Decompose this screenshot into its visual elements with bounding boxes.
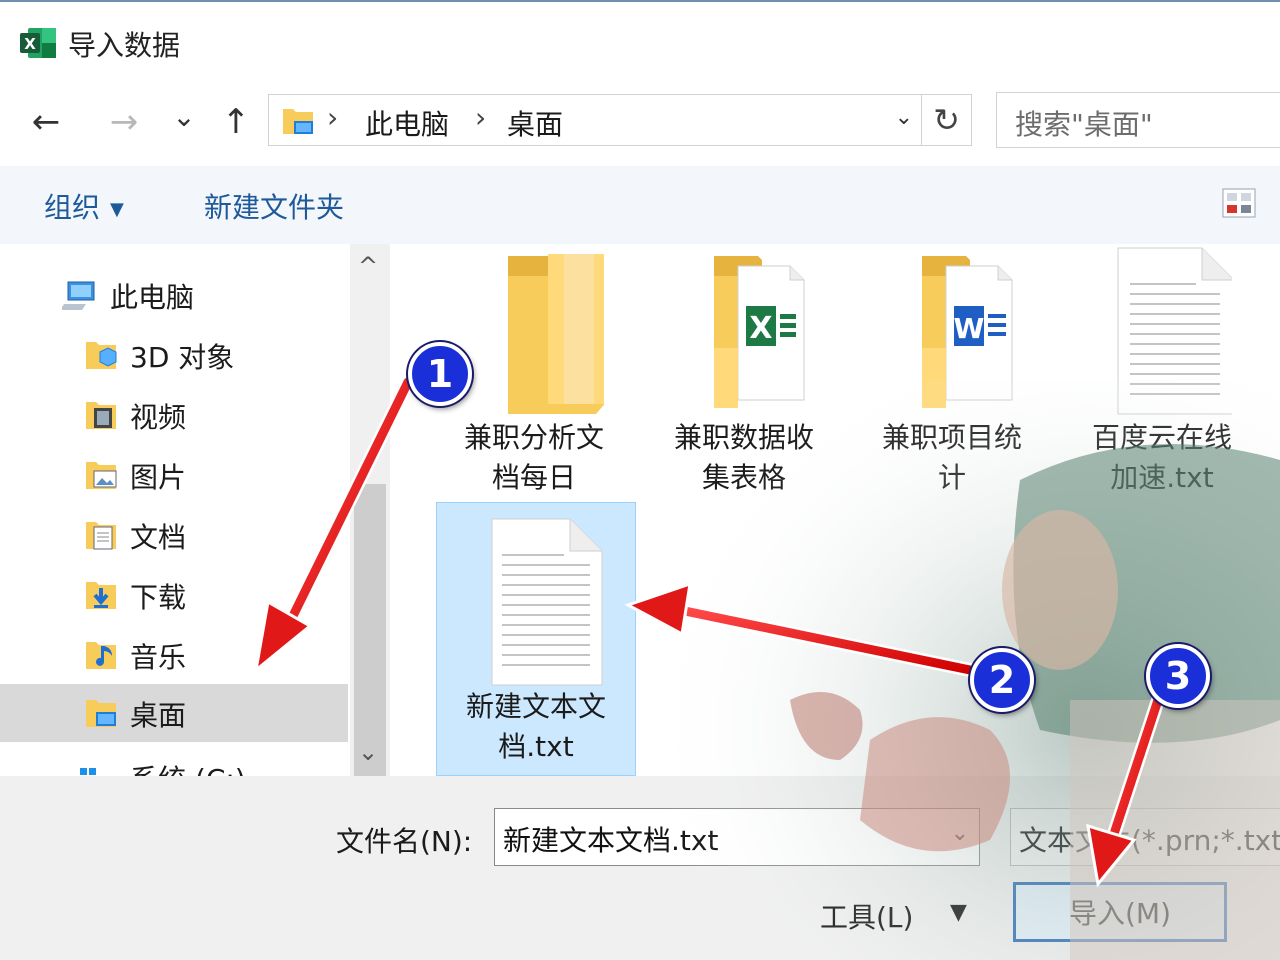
caret-down-icon: ▼ [110, 198, 124, 220]
import-button[interactable]: 导入(M) [1013, 882, 1227, 942]
up-button[interactable]: ↑ [212, 98, 260, 146]
folder-icon [508, 254, 604, 414]
breadcrumb-separator: › [475, 101, 487, 134]
folder-excel-icon: X [714, 256, 805, 408]
scroll-up-icon[interactable]: ^ [358, 252, 378, 280]
breadcrumb-this-pc[interactable]: 此电脑 [365, 103, 449, 143]
caret-down-icon[interactable]: ▼ [950, 900, 967, 925]
sidebar-item-videos[interactable]: 视频 [0, 386, 348, 444]
step-badge-3: 3 [1146, 644, 1210, 708]
file-name-line: 计 [937, 461, 966, 494]
address-dropdown-icon[interactable]: ⌄ [895, 105, 913, 130]
file-list: 兼职分析文 档每日 X 兼职数据收 集表格 W 兼职项目统 计 百度云在线 加速… [390, 244, 1280, 776]
file-name-line: 档.txt [498, 730, 574, 763]
downloads-icon [86, 582, 116, 609]
sidebar-item-music[interactable]: 音乐 [0, 626, 348, 684]
filename-value: 新建文本文档.txt [503, 824, 719, 857]
sidebar-item-this-pc[interactable]: 此电脑 [0, 266, 348, 324]
file-name-line: 集表格 [701, 461, 786, 494]
sidebar-item-downloads[interactable]: 下载 [0, 566, 348, 624]
sidebar-item-label: 桌面 [130, 699, 187, 732]
videos-icon [86, 402, 116, 429]
file-type-select[interactable]: 文本文件(*.prn;*.txt [1010, 808, 1280, 866]
3d-objects-icon [86, 342, 117, 369]
sidebar-item-pictures[interactable]: 图片 [0, 446, 348, 504]
folder-word-icon: W [922, 256, 1013, 408]
refresh-button[interactable]: ↻ [922, 94, 972, 146]
forward-button[interactable]: → [100, 98, 148, 146]
file-item-text-selected[interactable]: 新建文本文 档.txt [436, 502, 636, 776]
navigation-pane: 此电脑 3D 对象 视频 图片 文档 下载 音乐 桌面 [0, 244, 350, 776]
filename-label: 文件名(N): [336, 825, 473, 858]
pictures-icon [86, 462, 117, 489]
tools-button[interactable]: 工具(L) [820, 896, 913, 936]
file-name-line: 加速.txt [1110, 461, 1214, 494]
sidebar-item-documents[interactable]: 文档 [0, 506, 348, 564]
desktop-folder-icon [283, 109, 313, 134]
svg-text:W: W [954, 312, 985, 345]
scroll-down-icon[interactable]: ⌄ [358, 738, 378, 766]
dialog-footer: 文件名(N): 新建文本文档.txt ⌄ 文本文件(*.prn;*.txt 工具… [0, 776, 1280, 960]
window-title: 导入数据 [68, 29, 181, 62]
change-view-icon[interactable] [1222, 188, 1256, 218]
navigation-scrollbar[interactable]: ^ ⌄ [350, 244, 390, 864]
excel-logo-icon: X [20, 28, 56, 58]
text-file-icon [491, 518, 603, 686]
sidebar-item-label: 系统 (C:) [130, 758, 246, 776]
title-bar: X 导入数据 [0, 0, 1280, 80]
desktop-icon [86, 700, 116, 727]
svg-text:X: X [749, 311, 772, 346]
file-item-text[interactable]: 百度云在线 加速.txt [1062, 244, 1262, 498]
sidebar-item-desktop[interactable]: 桌面 [0, 684, 348, 742]
file-name-line: 兼职数据收 [673, 421, 814, 454]
refresh-icon: ↻ [933, 101, 960, 139]
back-arrow-icon: ← [31, 102, 61, 142]
sidebar-item-label: 此电脑 [110, 281, 195, 314]
new-folder-button[interactable]: 新建文件夹 [204, 186, 344, 226]
organize-label: 组织 [44, 191, 101, 224]
windows-drive-icon [80, 768, 96, 775]
file-name-line: 兼职项目统 [881, 421, 1022, 454]
sidebar-item-label: 文档 [130, 521, 187, 554]
sidebar-item-label: 3D 对象 [130, 341, 235, 374]
computer-icon [62, 281, 95, 310]
chevron-down-icon: ⌄ [172, 99, 196, 133]
documents-icon [86, 522, 116, 550]
file-name-line: 百度云在线 [1091, 421, 1232, 454]
sidebar-item-label: 视频 [130, 401, 187, 434]
sidebar-item-label: 下载 [130, 581, 187, 614]
chevron-down-icon[interactable]: ⌄ [951, 821, 969, 846]
sidebar-item-system-drive[interactable]: 系统 (C:) [0, 748, 348, 776]
step-badge-2: 2 [970, 648, 1034, 712]
recent-locations-button[interactable]: ⌄ [160, 92, 208, 140]
sidebar-item-label: 图片 [130, 461, 187, 494]
navigation-bar: ← → ⌄ ↑ › 此电脑 › 桌面 ⌄ ↻ 搜索"桌面" [0, 80, 1280, 166]
breadcrumb-desktop[interactable]: 桌面 [507, 103, 563, 143]
forward-arrow-icon: → [109, 102, 139, 142]
organize-button[interactable]: 组织 ▼ [44, 186, 124, 226]
file-name-line: 新建文本文 [465, 690, 606, 723]
filename-input[interactable]: 新建文本文档.txt ⌄ [494, 808, 980, 866]
file-name-line: 兼职分析文 [463, 421, 604, 454]
breadcrumb-separator: › [327, 101, 339, 134]
step-badge-1: 1 [408, 342, 472, 406]
search-input[interactable]: 搜索"桌面" [996, 92, 1280, 148]
command-bar: 组织 ▼ 新建文件夹 [0, 166, 1280, 244]
file-item-folder-word[interactable]: W 兼职项目统 计 [852, 248, 1052, 498]
up-arrow-icon: ↑ [221, 102, 251, 142]
address-bar[interactable]: › 此电脑 › 桌面 ⌄ [268, 94, 922, 146]
svg-text:X: X [24, 35, 36, 53]
text-file-icon [1117, 247, 1232, 415]
music-icon [86, 642, 116, 669]
back-button[interactable]: ← [22, 98, 70, 146]
sidebar-item-3d-objects[interactable]: 3D 对象 [0, 326, 348, 384]
file-item-folder-excel[interactable]: X 兼职数据收 集表格 [644, 248, 844, 498]
sidebar-item-label: 音乐 [130, 641, 187, 674]
file-name-line: 档每日 [491, 461, 576, 494]
